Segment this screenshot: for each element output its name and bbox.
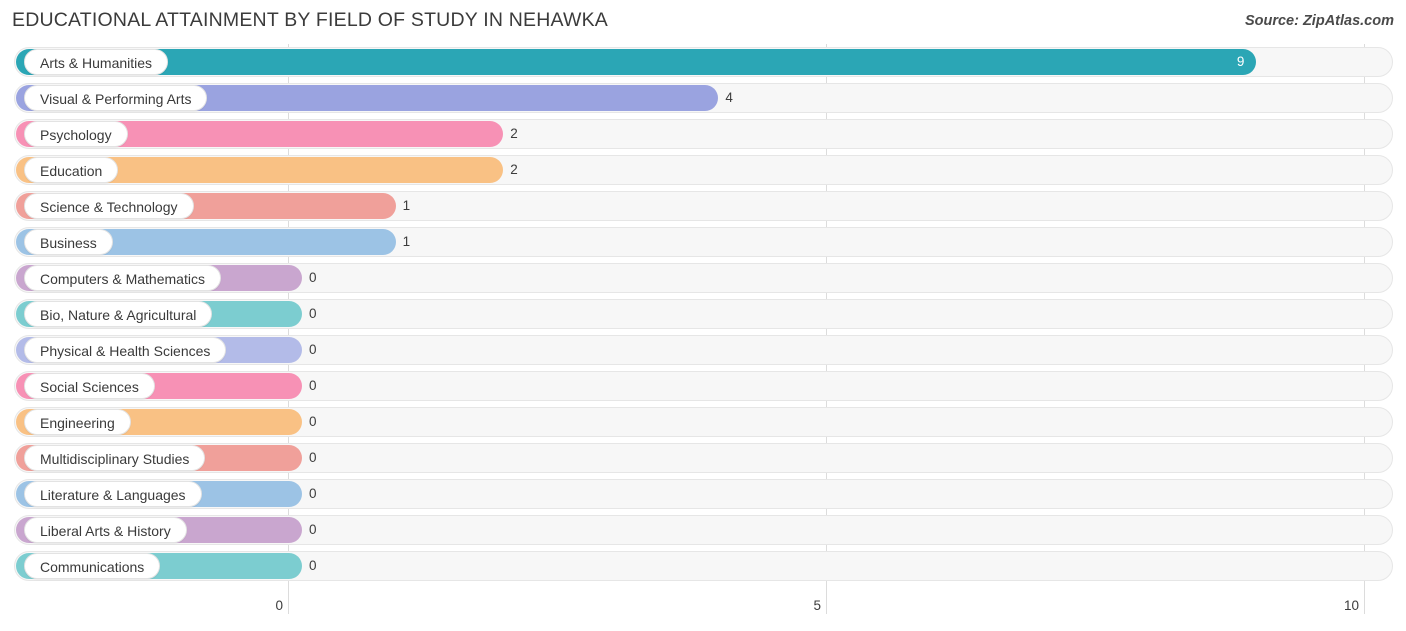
bar-row[interactable]: 9 Arts & Humanities [0,44,1406,80]
category-label: Education [24,157,119,183]
source-attribution: Source: ZipAtlas.com [1244,13,1394,29]
chart-header: EDUCATIONAL ATTAINMENT BY FIELD OF STUDY… [0,0,1406,44]
bar-value-label: 0 [309,558,317,573]
bar-row[interactable]: 0 Liberal Arts & History [0,512,1406,548]
category-label: Physical & Health Sciences [24,337,227,363]
x-axis: 0 5 10 [0,594,1406,631]
axis-tick-mark [288,594,289,614]
axis-tick-mark [826,594,827,614]
bar-row[interactable]: 0 Computers & Mathematics [0,260,1406,296]
bar-value-label: 1 [402,198,411,213]
bar-value-label: 9 [1236,54,1245,69]
bar-value-label: 2 [510,162,518,177]
category-label: Science & Technology [24,193,194,219]
bar-value-label: 0 [309,522,317,537]
bar-value-label: 0 [309,378,317,393]
category-label: Business [24,229,113,255]
category-label: Multidisciplinary Studies [24,445,206,471]
bar-row[interactable]: 0 Literature & Languages [0,476,1406,512]
axis-tick-label: 5 [813,598,821,613]
category-label: Social Sciences [24,373,155,399]
category-label: Communications [24,553,161,579]
bar-value-label: 4 [725,90,733,105]
bar-row[interactable]: 0 Bio, Nature & Agricultural [0,296,1406,332]
bar[interactable] [16,49,1257,75]
bar-value-label: 0 [309,414,317,429]
axis-tick-label: 10 [1343,598,1359,613]
bar-row[interactable]: 2 Psychology [0,116,1406,152]
category-label: Literature & Languages [24,481,202,507]
bar-value-label: 0 [309,450,317,465]
bar-row[interactable]: 1 Business [0,224,1406,260]
bar-row[interactable]: 0 Communications [0,548,1406,584]
axis-tick-mark [1364,594,1365,614]
bar-value-label: 0 [309,486,317,501]
axis-tick-label: 0 [275,598,283,613]
bar-value-label: 1 [402,234,411,249]
page-title: EDUCATIONAL ATTAINMENT BY FIELD OF STUDY… [12,9,609,31]
category-label: Visual & Performing Arts [24,85,208,111]
bar-row[interactable]: 4 Visual & Performing Arts [0,80,1406,116]
plot-area: 9 Arts & Humanities 4 Visual & Performing A… [0,44,1406,594]
bar-value-label: 0 [309,342,317,357]
bar-value-label: 0 [309,270,317,285]
category-label: Liberal Arts & History [24,517,187,543]
bar-rows: 9 Arts & Humanities 4 Visual & Performing A… [0,44,1406,584]
bar-value-label: 0 [309,306,317,321]
bar-value-label: 2 [510,126,518,141]
category-label: Engineering [24,409,131,435]
bar-row[interactable]: 0 Engineering [0,404,1406,440]
chart-page: EDUCATIONAL ATTAINMENT BY FIELD OF STUDY… [0,0,1406,631]
bar-row[interactable]: 1 Science & Technology [0,188,1406,224]
category-label: Computers & Mathematics [24,265,221,291]
category-label: Psychology [24,121,128,147]
bar-row[interactable]: 0 Physical & Health Sciences [0,332,1406,368]
bar-row[interactable]: 2 Education [0,152,1406,188]
bar-row[interactable]: 0 Social Sciences [0,368,1406,404]
category-label: Bio, Nature & Agricultural [24,301,213,327]
category-label: Arts & Humanities [24,49,169,75]
bar-row[interactable]: 0 Multidisciplinary Studies [0,440,1406,476]
